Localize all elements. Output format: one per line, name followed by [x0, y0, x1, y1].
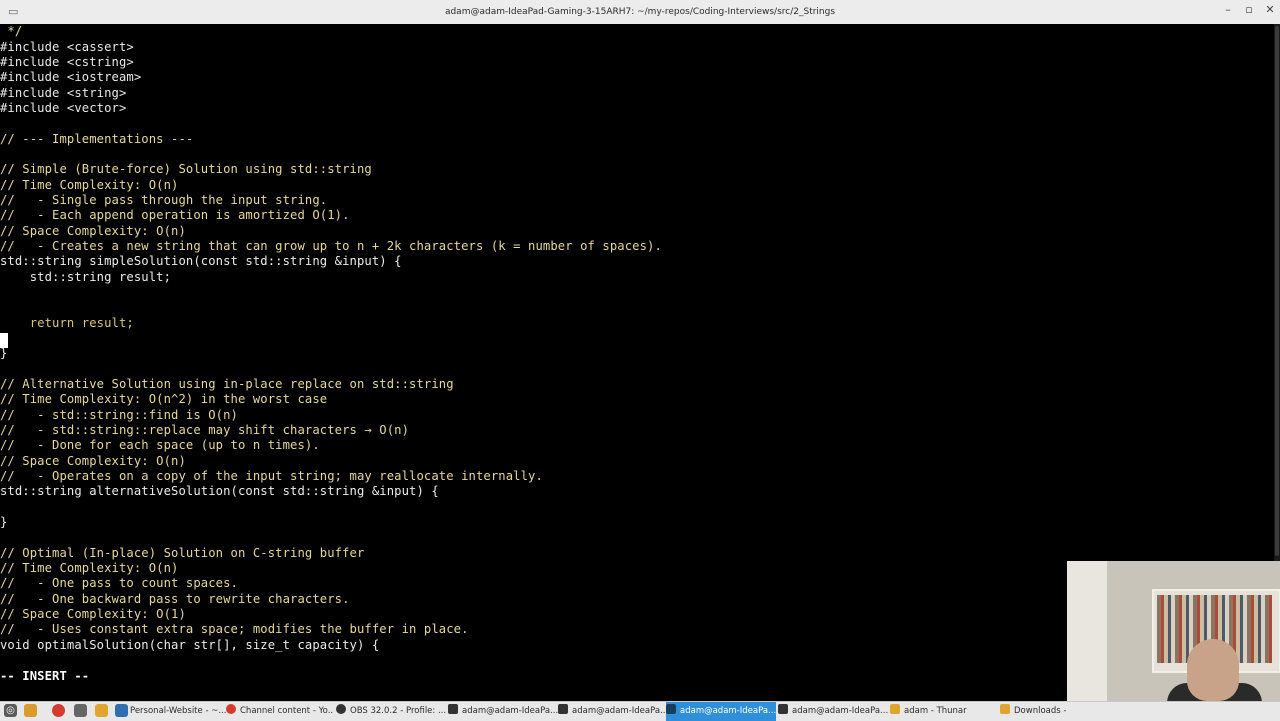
code-line: #include <iostream> — [0, 70, 142, 84]
taskbar-item-label: Channel content - Yo... — [240, 706, 334, 716]
code-line: // Optimal (In-place) Solution on C-stri… — [0, 546, 365, 560]
code-line: // Time Complexity: O(n) — [0, 561, 179, 575]
folder-icon — [1000, 704, 1010, 714]
vim-mode-indicator: -- INSERT -- — [0, 669, 90, 683]
code-line: std::string simpleSolution(const std::st… — [0, 254, 402, 268]
code-line: } — [0, 515, 8, 529]
code-line: void optimalSolution(char str[], size_t … — [0, 638, 380, 652]
code-line: // Space Complexity: O(1) — [0, 607, 186, 621]
start-menu-icon[interactable]: ◎ — [4, 704, 17, 717]
taskbar-item-website[interactable]: Personal-Website - ~... — [116, 702, 226, 721]
taskbar-item-label: adam@adam-IdeaPa... — [680, 706, 776, 716]
taskbar-item-terminal-1[interactable]: adam@adam-IdeaPa... — [448, 702, 558, 721]
terminal-icon — [666, 704, 676, 714]
code-line: } — [0, 346, 8, 360]
taskbar-item-terminal-2[interactable]: adam@adam-IdeaPa... — [558, 702, 666, 721]
vscode-icon — [116, 704, 126, 714]
taskbar-item-terminal-active[interactable]: adam@adam-IdeaPa... — [666, 702, 776, 721]
terminal-icon — [558, 704, 568, 714]
code-line: // - Each append operation is amortized … — [0, 208, 350, 222]
code-line: // - Uses constant extra space; modifies… — [0, 622, 469, 636]
files-icon[interactable] — [24, 704, 37, 717]
terminal-icon — [778, 704, 788, 714]
code-line: // - One pass to count spaces. — [0, 576, 238, 590]
taskbar-item-downloads[interactable]: Downloads - — [1000, 702, 1080, 721]
code-line: // - std::string::find is O(n) — [0, 408, 238, 422]
code-line: #include <string> — [0, 86, 127, 100]
code-line: // Time Complexity: O(n) — [0, 178, 179, 192]
terminal-app-icon: ▭ — [8, 5, 19, 18]
code-line: // - Creates a new string that can grow … — [0, 239, 662, 253]
code-line: // Time Complexity: O(n^2) in the worst … — [0, 392, 328, 406]
webcam-person-head — [1187, 639, 1239, 701]
apps-grid-icon[interactable] — [74, 704, 87, 717]
taskbar-item-youtube[interactable]: Channel content - Yo... — [226, 702, 334, 721]
maximize-button[interactable]: ▫ — [1241, 3, 1257, 16]
taskbar-item-label: OBS 32.0.2 - Profile: ... — [350, 706, 446, 716]
terminal-icon — [448, 704, 458, 714]
code-line: #include <vector> — [0, 101, 127, 115]
taskbar-item-label: Downloads - — [1014, 706, 1067, 716]
window-title: adam@adam-IdeaPad-Gaming-3-15ARH7: ~/my-… — [444, 7, 836, 17]
code-line: // Space Complexity: O(n) — [0, 224, 186, 238]
code-line: // - std::string::replace may shift char… — [0, 423, 410, 437]
scrollbar-thumb[interactable] — [1275, 26, 1279, 556]
webcam-door — [1067, 561, 1107, 701]
taskbar-item-terminal-3[interactable]: adam@adam-IdeaPa... — [778, 702, 888, 721]
taskbar-item-obs[interactable]: OBS 32.0.2 - Profile: ... — [336, 702, 446, 721]
code-line: // Alternative Solution using in-place r… — [0, 377, 454, 391]
taskbar-item-thunar[interactable]: adam - Thunar — [890, 702, 998, 721]
taskbar-item-label: adam@adam-IdeaPa... — [572, 706, 666, 716]
close-button[interactable]: ✕ — [1262, 3, 1278, 16]
minimize-button[interactable]: – — [1220, 3, 1236, 16]
browser-icon[interactable] — [52, 704, 65, 717]
code-line: std::string alternativeSolution(const st… — [0, 484, 439, 498]
code-line: // - One backward pass to rewrite charac… — [0, 592, 350, 606]
taskbar: ◎ Personal-Website - ~... Channel conten… — [0, 701, 1280, 721]
code-line: // Simple (Brute-force) Solution using s… — [0, 162, 372, 176]
code-line: #include <cassert> — [0, 40, 134, 54]
code-line: // Space Complexity: O(n) — [0, 454, 186, 468]
browser-icon — [226, 704, 236, 714]
code-line: */ — [0, 24, 23, 38]
webcam-overlay — [1067, 561, 1280, 701]
code-line: std::string result; — [0, 270, 172, 284]
taskbar-item-label: Personal-Website - ~... — [130, 706, 226, 716]
text-cursor — [0, 333, 8, 348]
code-line: return result; — [0, 316, 134, 330]
code-line: #include <cstring> — [0, 55, 134, 69]
obs-icon — [336, 704, 346, 714]
code-line: // - Single pass through the input strin… — [0, 193, 328, 207]
code-line: // - Operates on a copy of the input str… — [0, 469, 543, 483]
window-titlebar[interactable]: ▭ adam@adam-IdeaPad-Gaming-3-15ARH7: ~/m… — [0, 0, 1280, 25]
taskbar-item-label: adam@adam-IdeaPa... — [462, 706, 558, 716]
folder-icon[interactable] — [95, 704, 108, 717]
code-line: // --- Implementations --- — [0, 132, 194, 146]
code-line: // - Done for each space (up to n times)… — [0, 438, 320, 452]
taskbar-item-label: adam - Thunar — [904, 706, 967, 716]
folder-icon — [890, 704, 900, 714]
taskbar-item-label: adam@adam-IdeaPa... — [792, 706, 888, 716]
